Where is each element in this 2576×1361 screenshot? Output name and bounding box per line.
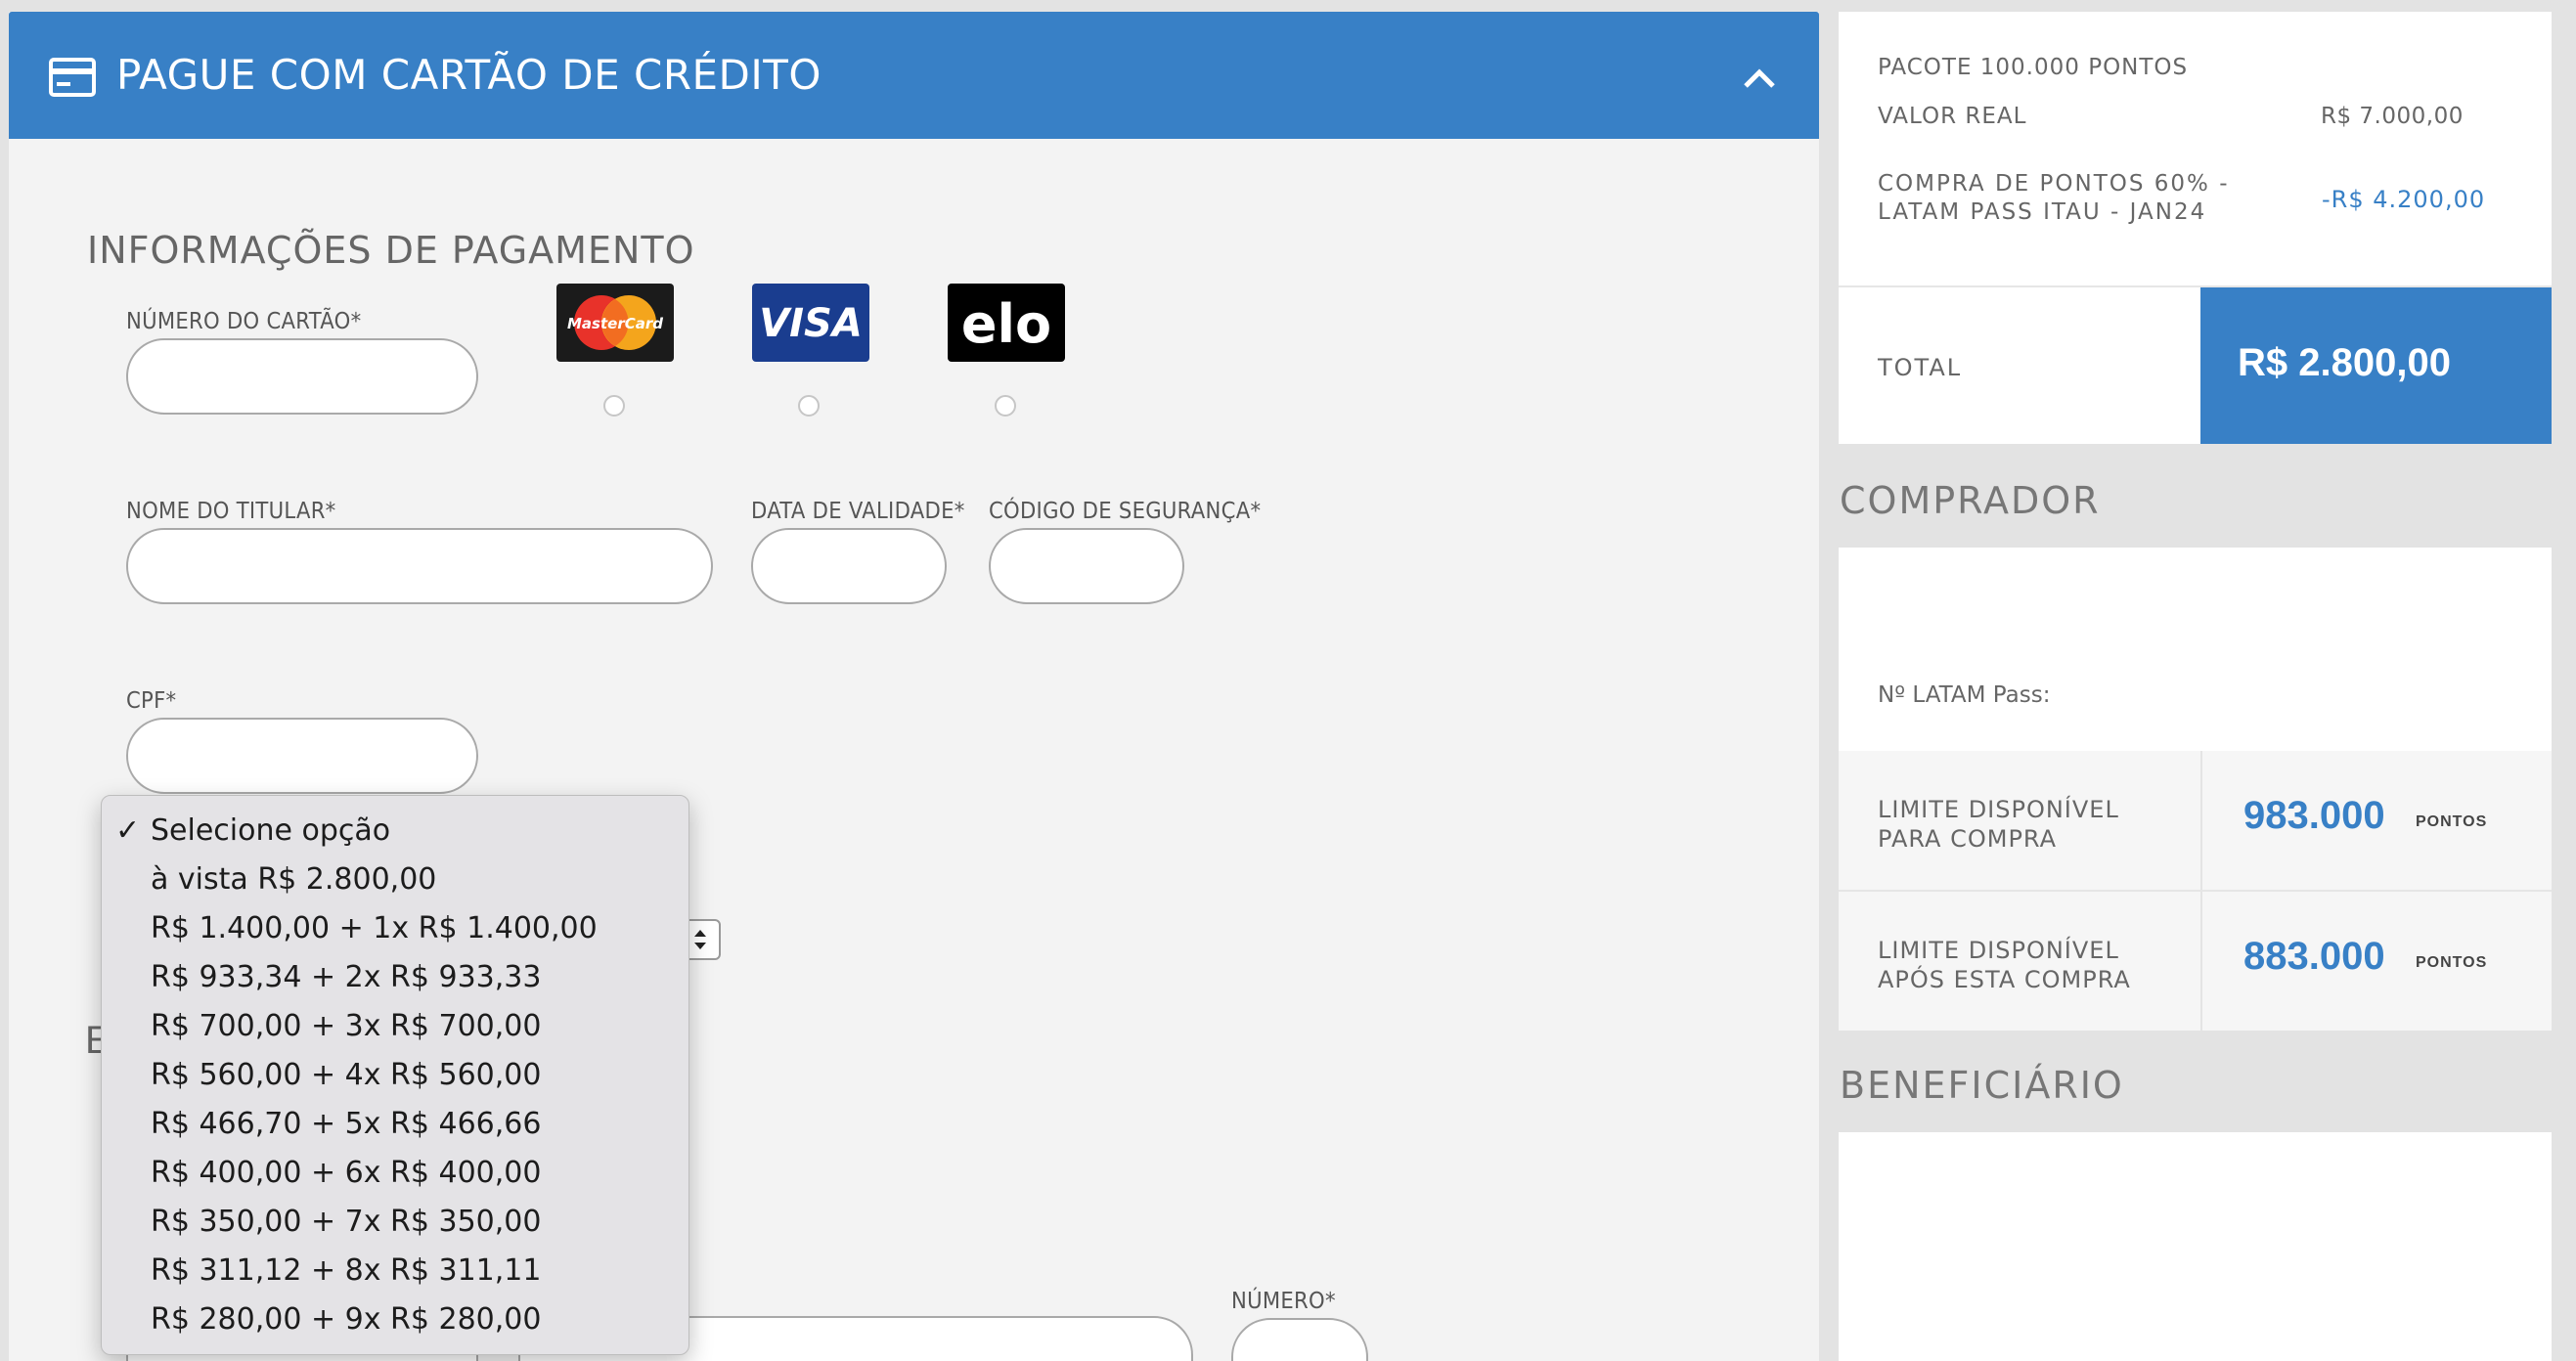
cvv-label: CÓDIGO DE SEGURANÇA*: [989, 499, 1262, 524]
discount-value: -R$ 4.200,00: [2322, 186, 2486, 213]
mastercard-icon: MasterCard: [567, 295, 663, 350]
dropdown-option[interactable]: R$ 350,00 + 7x R$ 350,00: [151, 1205, 541, 1239]
visa-radio[interactable]: [798, 395, 820, 417]
elo-radio[interactable]: [995, 395, 1016, 417]
dropdown-option[interactable]: R$ 400,00 + 6x R$ 400,00: [151, 1156, 541, 1190]
svg-text:MasterCard: MasterCard: [567, 315, 663, 332]
latam-pass-label: Nº LATAM Pass:: [1878, 682, 2051, 708]
number-label: NÚMERO*: [1231, 1289, 1336, 1314]
holder-name-input[interactable]: [126, 528, 713, 604]
cpf-label: CPF*: [126, 688, 177, 714]
dropdown-option[interactable]: R$ 560,00 + 4x R$ 560,00: [151, 1058, 541, 1092]
dropdown-option[interactable]: Selecione opção: [151, 813, 390, 848]
dropdown-option[interactable]: R$ 1.400,00 + 1x R$ 1.400,00: [151, 911, 598, 945]
holder-name-label: NOME DO TITULAR*: [126, 499, 336, 524]
credit-card-icon: [49, 58, 96, 97]
points-unit: PONTOS: [2416, 954, 2488, 971]
mastercard-logo[interactable]: MasterCard: [556, 284, 674, 362]
beneficiary-card: [1839, 1132, 2552, 1361]
buyer-heading: COMPRADOR: [1840, 479, 2101, 522]
real-value: R$ 7.000,00: [2321, 104, 2464, 129]
cvv-input[interactable]: [989, 528, 1184, 604]
limit-available-label: LIMITE DISPONÍVEL PARA COMPRA: [1878, 796, 2119, 853]
chevron-up-icon[interactable]: [1740, 63, 1779, 92]
total-amount-box: R$ 2.800,00: [2200, 287, 2552, 444]
svg-text:VISA: VISA: [759, 301, 863, 346]
payment-section-header[interactable]: PAGUE COM CARTÃO DE CRÉDITO: [9, 12, 1819, 139]
beneficiary-heading: BENEFICIÁRIO: [1840, 1064, 2124, 1107]
elo-logo[interactable]: elo: [948, 284, 1065, 362]
dropdown-option[interactable]: à vista R$ 2.800,00: [151, 862, 436, 897]
installments-dropdown-menu[interactable]: ✓ Selecione opção à vista R$ 2.800,00 R$…: [101, 795, 689, 1355]
visa-logo[interactable]: VISA: [752, 284, 869, 362]
checkmark-icon: ✓: [115, 814, 141, 847]
dropdown-option[interactable]: R$ 700,00 + 3x R$ 700,00: [151, 1009, 541, 1043]
real-value-label: VALOR REAL: [1878, 104, 2027, 129]
limit-after-row: LIMITE DISPONÍVEL APÓS ESTA COMPRA 883.0…: [1839, 892, 2552, 1031]
discount-label-line1: COMPRA DE PONTOS 60% -: [1878, 171, 2230, 197]
number-input[interactable]: [1231, 1318, 1368, 1361]
total-amount: R$ 2.800,00: [2238, 341, 2451, 384]
svg-text:elo: elo: [961, 293, 1051, 355]
dropdown-option[interactable]: R$ 933,34 + 2x R$ 933,33: [151, 960, 541, 994]
elo-icon: elo: [961, 293, 1051, 355]
limit-available-value: 983.000: [2243, 794, 2385, 837]
payment-info-heading: INFORMAÇÕES DE PAGAMENTO: [87, 229, 695, 272]
cpf-input[interactable]: [126, 718, 478, 794]
visa-icon: VISA: [759, 301, 863, 346]
total-label: TOTAL: [1878, 354, 1963, 381]
package-name: PACOTE 100.000 PONTOS: [1878, 55, 2189, 80]
dropdown-option[interactable]: R$ 466,70 + 5x R$ 466,66: [151, 1107, 541, 1141]
discount-label-line2: LATAM PASS ITAU - JAN24: [1878, 199, 2207, 225]
mastercard-radio[interactable]: [603, 395, 625, 417]
expiry-input[interactable]: [751, 528, 947, 604]
dropdown-option[interactable]: R$ 311,12 + 8x R$ 311,11: [151, 1253, 541, 1288]
card-number-input[interactable]: [126, 338, 478, 415]
limit-after-value: 883.000: [2243, 935, 2385, 978]
dropdown-option[interactable]: R$ 280,00 + 9x R$ 280,00: [151, 1302, 541, 1337]
limit-after-label: LIMITE DISPONÍVEL APÓS ESTA COMPRA: [1878, 937, 2131, 993]
limit-available-row: LIMITE DISPONÍVEL PARA COMPRA 983.000 PO…: [1839, 751, 2552, 890]
points-unit: PONTOS: [2416, 813, 2488, 830]
expiry-label: DATA DE VALIDADE*: [751, 499, 965, 524]
card-number-label: NÚMERO DO CARTÃO*: [126, 309, 362, 334]
payment-section-title: PAGUE COM CARTÃO DE CRÉDITO: [116, 51, 822, 99]
